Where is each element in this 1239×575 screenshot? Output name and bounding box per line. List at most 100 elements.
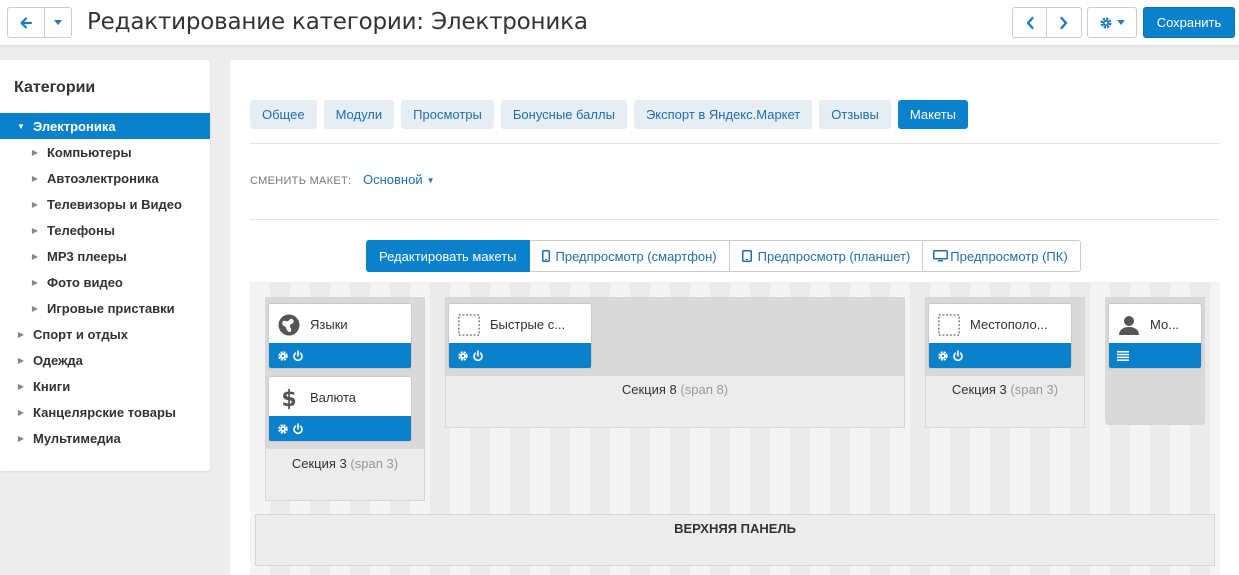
block-label: Валюта — [310, 390, 356, 405]
caret-right-icon[interactable]: ▶ — [14, 330, 28, 339]
category-label: Спорт и отдых — [33, 326, 128, 342]
tab-modules[interactable]: Модули — [323, 100, 395, 129]
block-quick-links[interactable]: Быстрые с... — [448, 303, 592, 369]
caret-right-icon[interactable]: ▶ — [28, 226, 42, 235]
preview-desktop-button[interactable]: Предпросмотр (ПК) — [923, 240, 1081, 272]
sidebar-title: Категории — [14, 79, 96, 96]
next-button[interactable] — [1047, 7, 1082, 38]
power-icon[interactable] — [292, 349, 304, 362]
category-item-photo-video[interactable]: ▶ Фото видео — [0, 269, 210, 295]
category-label: Автоэлектроника — [47, 170, 159, 186]
tab-bonus-points[interactable]: Бонусные баллы — [500, 100, 627, 129]
globe-icon — [278, 314, 300, 336]
caret-right-icon[interactable]: ▶ — [14, 356, 28, 365]
section-label: Секция 3 (span 3) — [266, 456, 424, 471]
previous-button[interactable] — [1012, 7, 1047, 38]
page-title: Редактирование категории: Электроника — [87, 9, 588, 35]
category-item-phones[interactable]: ▶ Телефоны — [0, 217, 210, 243]
caret-right-icon[interactable]: ▶ — [14, 408, 28, 417]
gear-icon — [1100, 17, 1112, 28]
section-name: Секция 3 — [951, 382, 1007, 397]
caret-right-icon[interactable]: ▶ — [28, 200, 42, 209]
list-icon[interactable] — [1117, 350, 1129, 361]
caret-right-icon[interactable]: ▶ — [28, 252, 42, 261]
category-item-clothing[interactable]: ▶ Одежда — [0, 347, 210, 373]
tab-layouts[interactable]: Макеты — [897, 100, 969, 129]
desktop-icon — [933, 250, 949, 262]
layout-dropdown[interactable]: Основной ▼ — [363, 172, 435, 187]
mode-label: Предпросмотр (смартфон) — [555, 248, 717, 264]
block-languages[interactable]: Языки — [268, 303, 412, 369]
category-item-multimedia[interactable]: ▶ Мультимедиа — [0, 425, 210, 451]
category-item-sport[interactable]: ▶ Спорт и отдых — [0, 321, 210, 347]
category-item-mp3[interactable]: ▶ MP3 плееры — [0, 243, 210, 269]
tab-reviews[interactable]: Отзывы — [819, 100, 891, 129]
block-header: $ Валюта — [269, 377, 411, 418]
caret-right-icon[interactable]: ▶ — [28, 278, 42, 287]
mode-label: Предпросмотр (планшет) — [757, 248, 911, 264]
arrow-left-icon — [20, 16, 33, 29]
category-label: Телевизоры и Видео — [47, 196, 182, 212]
change-layout-label: СМЕНИТЬ МАКЕТ: — [250, 175, 352, 187]
category-label: Игровые приставки — [47, 300, 175, 316]
placeholder-icon — [458, 313, 480, 336]
category-label: MP3 плееры — [47, 248, 127, 264]
block-my-account[interactable]: Мо... — [1108, 303, 1202, 369]
block-toolbar — [1109, 343, 1201, 368]
category-item-books[interactable]: ▶ Книги — [0, 373, 210, 399]
category-item-electronics[interactable]: ▼ Электроника — [0, 113, 210, 139]
layout-dropdown-value: Основной — [363, 172, 423, 187]
tab-general[interactable]: Общее — [250, 100, 317, 129]
svg-text:$: $ — [281, 387, 296, 410]
tablet-icon — [741, 250, 752, 262]
save-button[interactable]: Сохранить — [1143, 7, 1235, 38]
back-button[interactable] — [7, 7, 45, 38]
settings-dropdown-button[interactable] — [1087, 7, 1137, 38]
record-nav-group — [1012, 7, 1082, 38]
smartphone-icon — [541, 250, 550, 262]
category-item-stationery[interactable]: ▶ Канцелярские товары — [0, 399, 210, 425]
category-item-consoles[interactable]: ▶ Игровые приставки — [0, 295, 210, 321]
caret-right-icon[interactable]: ▶ — [28, 304, 42, 313]
tab-views[interactable]: Просмотры — [401, 100, 494, 129]
caret-right-icon[interactable]: ▶ — [14, 382, 28, 391]
back-dropdown-button[interactable] — [45, 7, 72, 38]
gear-icon[interactable] — [937, 350, 949, 362]
category-item-tv-video[interactable]: ▶ Телевизоры и Видео — [0, 191, 210, 217]
category-item-car-electronics[interactable]: ▶ Автоэлектроника — [0, 165, 210, 191]
caret-down-icon[interactable]: ▼ — [14, 122, 28, 131]
block-toolbar — [269, 416, 411, 441]
section-span: (span 8) — [680, 382, 729, 397]
gear-icon[interactable] — [457, 350, 469, 362]
gear-icon[interactable] — [277, 350, 289, 362]
caret-right-icon[interactable]: ▶ — [28, 174, 42, 183]
edit-layouts-button[interactable]: Редактировать макеты — [366, 240, 530, 272]
power-icon[interactable] — [472, 349, 484, 362]
section-span: (span 3) — [1010, 382, 1059, 397]
section-label: Секция 8 (span 8) — [446, 382, 904, 397]
power-icon[interactable] — [952, 349, 964, 362]
caret-right-icon[interactable]: ▶ — [14, 434, 28, 443]
caret-down-icon — [54, 20, 62, 25]
category-item-computers[interactable]: ▶ Компьютеры — [0, 139, 210, 165]
tab-bar: Общее Модули Просмотры Бонусные баллы Эк… — [250, 100, 969, 129]
caret-right-icon[interactable]: ▶ — [28, 148, 42, 157]
preview-tablet-button[interactable]: Предпросмотр (планшет) — [729, 240, 924, 272]
category-label: Телефоны — [47, 222, 115, 238]
gear-icon[interactable] — [277, 423, 289, 435]
divider — [250, 219, 1220, 220]
caret-down-icon — [1117, 20, 1125, 25]
user-icon — [1118, 314, 1140, 336]
caret-down-icon: ▼ — [426, 176, 435, 186]
block-currency[interactable]: $ Валюта — [268, 376, 412, 442]
block-label: Местополо... — [970, 317, 1048, 332]
category-sidebar: Категории ▼ Электроника ▶ Компьютеры ▶ Авто… — [0, 60, 210, 471]
block-header: Местополо... — [929, 304, 1071, 345]
preview-smartphone-button[interactable]: Предпросмотр (смартфон) — [529, 240, 730, 272]
divider — [250, 143, 1220, 144]
category-label: Электроника — [33, 118, 116, 134]
power-icon[interactable] — [292, 422, 304, 435]
block-location[interactable]: Местополо... — [928, 303, 1072, 369]
tab-yandex-market-export[interactable]: Экспорт в Яндекс.Маркет — [633, 100, 813, 129]
top-panel-container[interactable]: ВЕРХНЯЯ ПАНЕЛЬ — [255, 514, 1215, 566]
